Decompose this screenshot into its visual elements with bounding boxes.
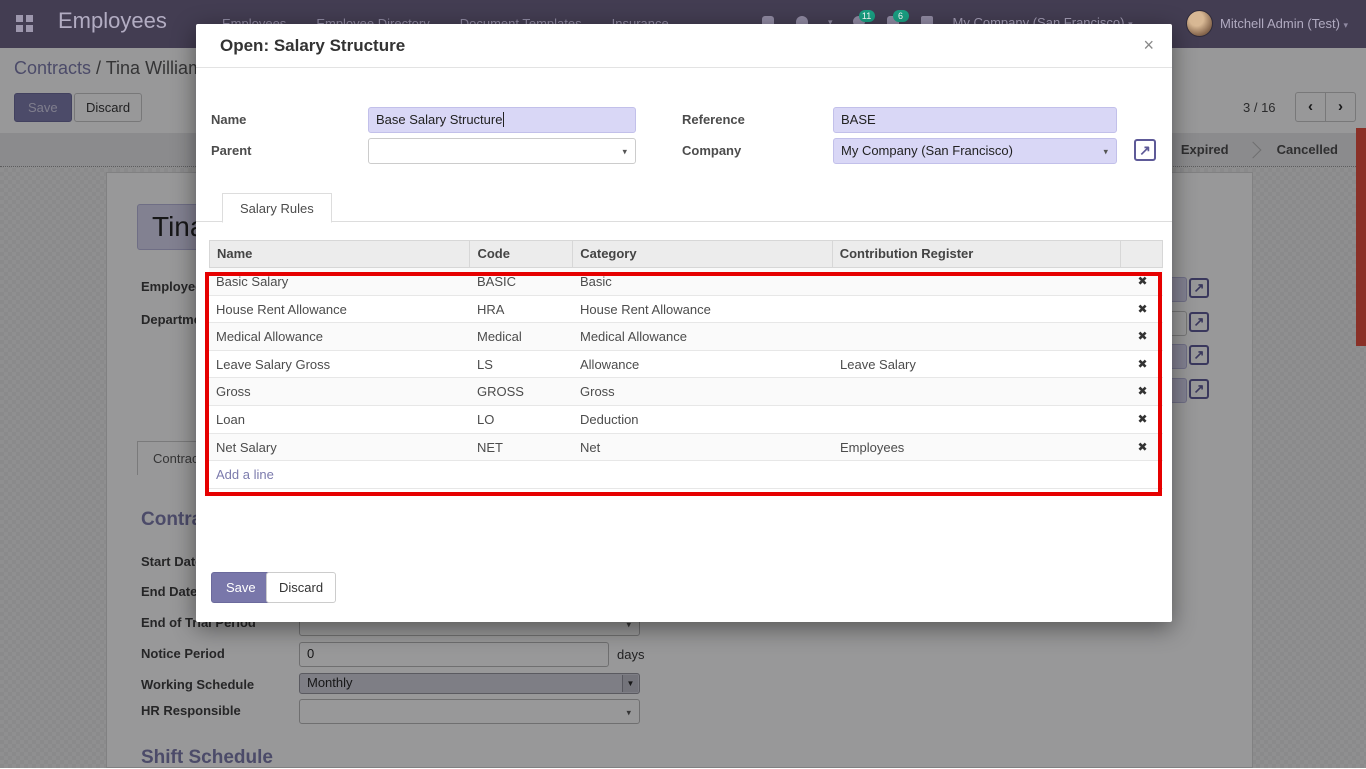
notebook-tabs: Salary Rules: [196, 192, 1172, 222]
salary-rules-body: Basic SalaryBASICBasic✖House Rent Allowa…: [209, 268, 1163, 461]
cell-category[interactable]: Medical Allowance: [573, 323, 833, 350]
text-cursor: [503, 112, 504, 127]
cell-code[interactable]: HRA: [470, 296, 573, 323]
salary-structure-dialog: Open: Salary Structure × Name Base Salar…: [196, 24, 1172, 622]
cell-category[interactable]: Deduction: [573, 406, 833, 433]
message-count-badge: 6: [893, 10, 909, 22]
dialog-save-button[interactable]: Save: [211, 572, 271, 603]
cell-name[interactable]: Basic Salary: [209, 268, 470, 295]
activity-count-badge: 11: [859, 10, 875, 22]
chevron-down-icon: ▾: [622, 147, 627, 158]
cell-name[interactable]: Loan: [209, 406, 470, 433]
name-input[interactable]: Base Salary Structure: [368, 107, 636, 133]
add-a-line-link[interactable]: Add a line: [209, 467, 274, 482]
company-external-link-icon[interactable]: ↗: [1134, 139, 1156, 161]
reference-value: BASE: [841, 112, 876, 127]
cell-register[interactable]: [833, 406, 1122, 433]
parent-label: Parent: [211, 143, 251, 158]
table-row[interactable]: House Rent AllowanceHRAHouse Rent Allowa…: [209, 296, 1163, 324]
apps-grid-icon[interactable]: [16, 15, 23, 22]
table-row[interactable]: GrossGROSSGross ✖: [209, 378, 1163, 406]
cell-register[interactable]: [833, 378, 1122, 405]
reference-label: Reference: [682, 112, 745, 127]
cell-category[interactable]: Allowance: [573, 351, 833, 378]
reference-input[interactable]: BASE: [833, 107, 1117, 133]
cell-code[interactable]: NET: [470, 434, 573, 461]
salary-rules-table: Name Code Category Contribution Register…: [209, 240, 1163, 489]
table-row[interactable]: Leave Salary GrossLSAllowanceLeave Salar…: [209, 351, 1163, 379]
delete-row-icon[interactable]: ✖: [1122, 351, 1163, 378]
tab-salary-rules[interactable]: Salary Rules: [222, 193, 332, 223]
cell-name[interactable]: Net Salary: [209, 434, 470, 461]
name-value: Base Salary Structure: [376, 112, 502, 127]
header-actions: [1121, 241, 1162, 267]
delete-row-icon[interactable]: ✖: [1122, 378, 1163, 405]
name-label: Name: [211, 112, 246, 127]
table-row[interactable]: Medical AllowanceMedicalMedical Allowanc…: [209, 323, 1163, 351]
delete-row-icon[interactable]: ✖: [1122, 296, 1163, 323]
cell-register[interactable]: [833, 268, 1122, 295]
cell-name[interactable]: Medical Allowance: [209, 323, 470, 350]
delete-row-icon[interactable]: ✖: [1122, 434, 1163, 461]
table-header-row: Name Code Category Contribution Register: [209, 240, 1163, 268]
cell-register[interactable]: [833, 296, 1122, 323]
cell-code[interactable]: GROSS: [470, 378, 573, 405]
chevron-down-icon: ▾: [1103, 147, 1108, 158]
dialog-header: Open: Salary Structure ×: [196, 24, 1172, 68]
dialog-title: Open: Salary Structure: [220, 36, 405, 56]
cell-category[interactable]: Basic: [573, 268, 833, 295]
table-row[interactable]: Net SalaryNETNetEmployees✖: [209, 434, 1163, 462]
cell-register[interactable]: Employees: [833, 434, 1122, 461]
delete-row-icon[interactable]: ✖: [1122, 406, 1163, 433]
close-icon[interactable]: ×: [1143, 35, 1154, 56]
company-select[interactable]: My Company (San Francisco) ▾: [833, 138, 1117, 164]
user-menu[interactable]: Mitchell Admin (Test) ▾: [1220, 16, 1348, 31]
company-value: My Company (San Francisco): [841, 143, 1013, 158]
chevron-down-icon: ▾: [1344, 20, 1349, 30]
dialog-discard-button[interactable]: Discard: [266, 572, 336, 603]
cell-code[interactable]: BASIC: [470, 268, 573, 295]
cell-code[interactable]: LO: [470, 406, 573, 433]
parent-select[interactable]: ▾: [368, 138, 636, 164]
cell-name[interactable]: Gross: [209, 378, 470, 405]
cell-register[interactable]: [833, 323, 1122, 350]
delete-row-icon[interactable]: ✖: [1122, 268, 1163, 295]
header-category[interactable]: Category: [573, 241, 832, 267]
cell-category[interactable]: House Rent Allowance: [573, 296, 833, 323]
dialog-footer: Save Discard: [196, 572, 1172, 622]
table-row[interactable]: LoanLODeduction ✖: [209, 406, 1163, 434]
cell-category[interactable]: Gross: [573, 378, 833, 405]
company-label: Company: [682, 143, 741, 158]
delete-row-icon[interactable]: ✖: [1122, 323, 1163, 350]
header-name[interactable]: Name: [210, 241, 470, 267]
cell-name[interactable]: House Rent Allowance: [209, 296, 470, 323]
add-line-row: Add a line: [209, 461, 1163, 489]
cell-register[interactable]: Leave Salary: [833, 351, 1122, 378]
cell-name[interactable]: Leave Salary Gross: [209, 351, 470, 378]
cell-code[interactable]: LS: [470, 351, 573, 378]
cell-code[interactable]: Medical: [470, 323, 573, 350]
header-contribution-register[interactable]: Contribution Register: [833, 241, 1121, 267]
header-code[interactable]: Code: [470, 241, 573, 267]
user-avatar[interactable]: [1186, 10, 1213, 37]
table-row[interactable]: Basic SalaryBASICBasic ✖: [209, 268, 1163, 296]
cell-category[interactable]: Net: [573, 434, 833, 461]
app-title[interactable]: Employees: [58, 8, 167, 34]
